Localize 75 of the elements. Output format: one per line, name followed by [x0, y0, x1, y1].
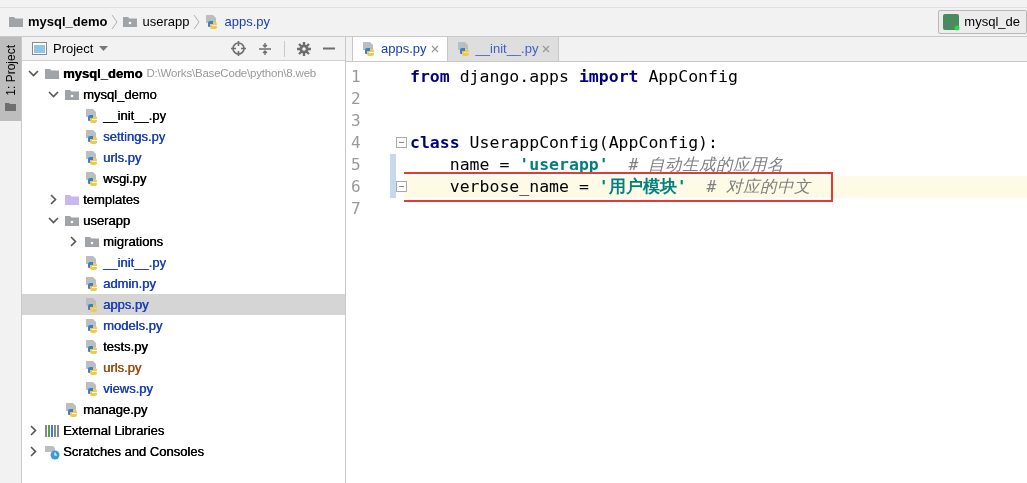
chevron-down-icon[interactable]	[47, 217, 59, 224]
fold-icon[interactable]	[396, 181, 407, 192]
line-number: 7	[350, 198, 362, 220]
tree-item[interactable]: mysql_demo	[22, 84, 345, 105]
python-file-icon	[84, 275, 100, 292]
chevron-icon	[193, 14, 201, 30]
line-number: 2	[350, 88, 362, 110]
chevron-down-icon[interactable]	[47, 91, 59, 98]
breadcrumb-item[interactable]: userapp	[142, 12, 190, 32]
python-file-icon	[361, 41, 377, 57]
tree-item[interactable]: urls.py	[22, 357, 345, 378]
code-line: class UserappConfig(AppConfig):	[410, 131, 718, 154]
python-file-icon	[64, 401, 80, 418]
python-file-icon	[84, 149, 100, 166]
chevron-right-icon[interactable]	[29, 425, 37, 436]
chevron-right-icon[interactable]	[69, 236, 77, 247]
tree-item[interactable]: migrations	[22, 231, 345, 252]
folder-icon	[4, 100, 17, 113]
breadcrumb-item[interactable]: mysql_demo	[28, 12, 108, 32]
tree-item[interactable]: models.py	[22, 315, 345, 336]
folder-icon	[8, 14, 24, 30]
editor-tab[interactable]: apps.py	[352, 37, 448, 61]
tree-item[interactable]: apps.py	[22, 294, 345, 315]
minimize-icon[interactable]	[323, 47, 335, 50]
collapse-icon[interactable]	[258, 41, 272, 56]
python-file-icon	[84, 128, 100, 145]
tree-item[interactable]: views.py	[22, 378, 345, 399]
line-number: 5	[350, 154, 362, 176]
python-file-icon	[84, 296, 100, 313]
chevron-icon	[111, 14, 119, 30]
project-view-dropdown[interactable]: Project	[53, 38, 109, 59]
chevron-right-icon[interactable]	[29, 446, 37, 457]
python-file-icon	[84, 254, 100, 271]
chevron-down-icon[interactable]	[27, 70, 39, 77]
tree-item[interactable]: tests.py	[22, 336, 345, 357]
tree-item[interactable]: userapp	[22, 210, 345, 231]
tree-item[interactable]: External Libraries	[22, 420, 345, 441]
tree-item[interactable]: admin.py	[22, 273, 345, 294]
tree-item[interactable]: __init__.py	[22, 105, 345, 126]
tree-item[interactable]: urls.py	[22, 147, 345, 168]
run-config-button[interactable]: mysql_de	[938, 10, 1027, 34]
locate-icon[interactable]	[231, 41, 246, 56]
python-file-icon	[84, 107, 100, 124]
package-icon	[122, 14, 139, 30]
line-number: 3	[350, 110, 362, 132]
window-icon	[32, 42, 47, 55]
scratch-clock-icon	[44, 443, 60, 460]
editor-tab[interactable]: __init__.py	[447, 37, 560, 61]
python-file-icon	[84, 317, 100, 334]
tree-item[interactable]: wsgi.py	[22, 168, 345, 189]
django-icon	[943, 13, 961, 31]
line-number: 4	[350, 132, 362, 154]
tree-item[interactable]: settings.py	[22, 126, 345, 147]
library-icon	[44, 422, 60, 439]
python-file-icon	[84, 359, 100, 376]
chevron-right-icon[interactable]	[49, 194, 57, 205]
close-icon[interactable]	[430, 45, 439, 53]
caret-icon	[99, 46, 109, 51]
python-file-icon	[84, 338, 100, 355]
breadcrumb-item[interactable]: apps.py	[224, 12, 270, 32]
tree-item[interactable]: mysql_demo D:\Works\BaseCode\python\8.web	[22, 63, 345, 84]
python-file-icon	[84, 380, 100, 397]
fold-icon[interactable]	[396, 137, 407, 148]
python-file-icon	[455, 41, 472, 57]
tree-item[interactable]: Scratches and Consoles	[22, 441, 345, 462]
settings-icon[interactable]	[297, 41, 311, 56]
code-line: from django.apps import AppConfig	[410, 65, 738, 88]
line-number: 6	[350, 176, 362, 198]
project-side-tab[interactable]: 1: Project	[0, 37, 21, 121]
tree-item[interactable]: templates	[22, 189, 345, 210]
line-number: 1	[350, 66, 362, 88]
project-path: D:\Works\BaseCode\python\8.web	[146, 65, 317, 81]
tree-item[interactable]: manage.py	[22, 399, 345, 420]
tree-item[interactable]: __init__.py	[22, 252, 345, 273]
python-file-icon	[84, 170, 100, 187]
